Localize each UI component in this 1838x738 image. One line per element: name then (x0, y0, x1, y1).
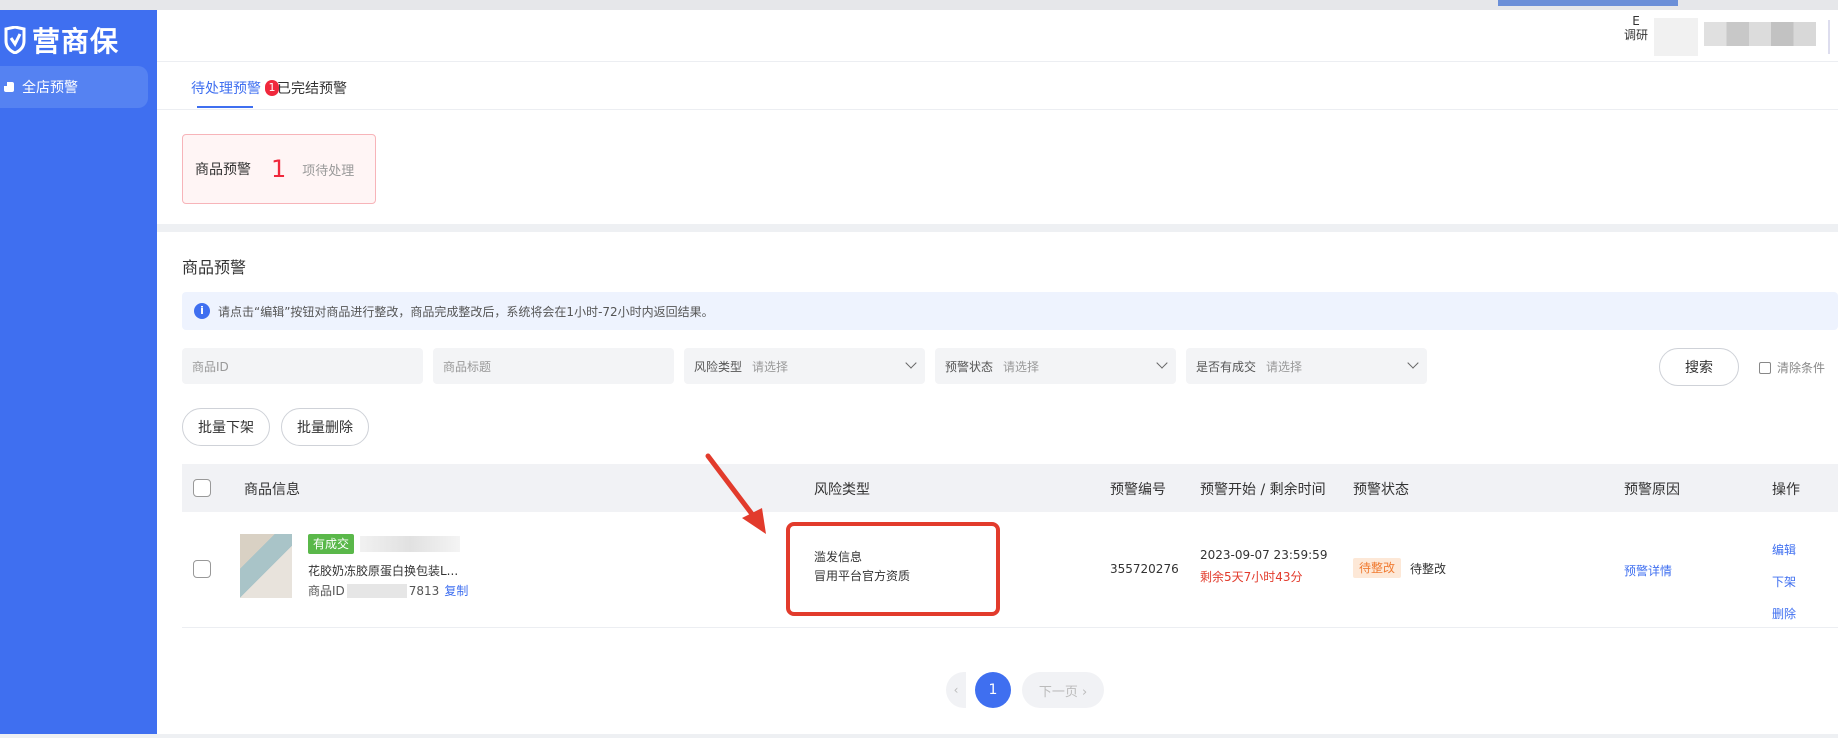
delist-link[interactable]: 下架 (1772, 566, 1796, 598)
table-header: 商品信息 风险类型 预警编号 预警开始 / 剩余时间 预警状态 预警原因 操作 (182, 464, 1838, 512)
summary-count: 1 (271, 155, 287, 183)
col-risk-type: 风险类型 (814, 482, 870, 498)
warn-time-cell: 2023-09-07 23:59:59 剩余5天7小时43分 (1200, 544, 1327, 588)
product-id-placeholder: 商品ID (192, 359, 229, 374)
batch-delete-label: 批量删除 (297, 420, 353, 436)
summary-card-product-warning[interactable]: 商品预警 1 项待处理 (182, 134, 376, 204)
search-button-label: 搜索 (1685, 360, 1713, 376)
prev-page-button[interactable]: ‹ (946, 672, 966, 708)
product-title[interactable]: 花胶奶冻胶原蛋白换包装L... (308, 562, 458, 579)
row-checkbox[interactable] (193, 560, 211, 578)
product-warning-section: 商品预警 i 请点击“编辑”按钮对商品进行整改，商品完成整改后，系统将会在1小时… (157, 232, 1838, 734)
warn-start-time: 2023-09-07 23:59:59 (1200, 548, 1328, 562)
copy-id-link[interactable]: 复制 (444, 582, 468, 599)
has-deal-tag: 有成交 (308, 534, 355, 554)
current-page-button[interactable]: 1 (975, 672, 1011, 708)
delete-link[interactable]: 删除 (1772, 598, 1796, 630)
table-row: 有成交 花胶奶冻胶原蛋白换包装L... 商品ID 7813 复制 滥发信息 冒用… (182, 512, 1838, 628)
product-title-placeholder: 商品标题 (443, 359, 492, 374)
sidebar-item-store-warning[interactable]: 全店预警 (0, 66, 148, 108)
warn-status-label: 预警状态 (945, 359, 994, 374)
clear-conditions-label: 清除条件 (1777, 361, 1826, 375)
summary-suffix: 项待处理 (302, 163, 355, 179)
risk-type-line2: 冒用平台官方资质 (814, 569, 911, 583)
col-warn-no: 预警编号 (1110, 482, 1166, 498)
col-product-info: 商品信息 (244, 482, 300, 498)
annotation-arrow-icon (705, 453, 766, 534)
col-actions: 操作 (1772, 482, 1800, 498)
user-shop-label[interactable]: E 调研 (1624, 14, 1648, 42)
col-warn-reason: 预警原因 (1624, 482, 1680, 498)
risk-type-value: 请选择 (752, 359, 789, 374)
status-text: 待整改 (1410, 562, 1447, 576)
user-shop-icon-text: E (1632, 14, 1640, 28)
header-divider (1828, 20, 1830, 54)
user-shop-name: 调研 (1623, 28, 1648, 42)
tab-finished[interactable]: 已完结预警 (277, 78, 347, 98)
info-text: 请点击“编辑”按钮对商品进行整改，商品完成整改后，系统将会在1小时-72小时内返… (218, 304, 714, 319)
sidebar: 营商保 全店预警 (0, 10, 157, 734)
product-title-input[interactable]: 商品标题 (433, 348, 674, 384)
clear-icon (1759, 361, 1771, 374)
search-button[interactable]: 搜索 (1659, 348, 1739, 386)
warn-status-value: 请选择 (1003, 359, 1040, 374)
tabs-bar: 待处理预警 1 已完结预警 (157, 62, 1838, 110)
next-page-button[interactable]: 下一页 › (1022, 672, 1104, 708)
sidebar-item-label: 全店预警 (22, 80, 78, 96)
risk-type-cell: 滥发信息 冒用平台官方资质 (814, 548, 910, 586)
blurred-username[interactable] (1704, 22, 1816, 46)
warn-remaining-time: 剩余5天7小时43分 (1200, 570, 1303, 584)
top-strip (0, 0, 1838, 10)
logo-text: 营商保 (32, 25, 120, 58)
section-title: 商品预警 (182, 258, 247, 277)
blurred-avatar (1654, 18, 1698, 56)
warn-detail-link[interactable]: 预警详情 (1624, 562, 1672, 579)
chevron-down-icon (1156, 357, 1168, 369)
product-id-suffix: 7813 (408, 583, 440, 598)
product-id: 商品ID 7813 复制 (308, 582, 468, 599)
batch-delete-button[interactable]: 批量删除 (281, 408, 369, 446)
chevron-down-icon (905, 357, 917, 369)
edit-link[interactable]: 编辑 (1772, 534, 1796, 566)
store-icon (4, 82, 14, 92)
logo-shield-icon (4, 26, 26, 54)
status-badge: 待整改 (1353, 558, 1402, 578)
risk-type-line1: 滥发信息 (814, 550, 863, 564)
tab-pending-label: 待处理预警 (191, 81, 261, 97)
product-id-label: 商品ID (308, 584, 345, 598)
active-tab-indicator (197, 106, 253, 108)
product-id-input[interactable]: 商品ID (182, 348, 423, 384)
product-thumbnail[interactable] (240, 534, 292, 598)
top-header: E 调研 (157, 10, 1838, 62)
has-deal-select[interactable]: 是否有成交 请选择 (1186, 348, 1427, 384)
summary-section: 商品预警 1 项待处理 (157, 110, 1838, 224)
masked-id (346, 583, 407, 598)
warn-number: 355720276 (1110, 562, 1179, 576)
blurred-shop-text (360, 536, 460, 552)
has-deal-value: 请选择 (1266, 359, 1303, 374)
risk-type-select[interactable]: 风险类型 请选择 (684, 348, 925, 384)
clear-conditions-button[interactable]: 清除条件 (1759, 359, 1825, 376)
col-warn-status: 预警状态 (1353, 482, 1409, 498)
batch-delist-button[interactable]: 批量下架 (182, 408, 270, 446)
col-warn-time: 预警开始 / 剩余时间 (1200, 482, 1326, 498)
top-blue-chip (1498, 0, 1678, 6)
app-logo[interactable]: 营商保 (4, 20, 119, 60)
warn-status-select[interactable]: 预警状态 请选择 (935, 348, 1176, 384)
has-deal-label: 是否有成交 (1196, 359, 1257, 374)
info-bar: i 请点击“编辑”按钮对商品进行整改，商品完成整改后，系统将会在1小时-72小时… (182, 292, 1838, 330)
chevron-down-icon (1407, 357, 1419, 369)
tab-pending[interactable]: 待处理预警 1 (191, 78, 279, 98)
row-actions: 编辑 下架 删除 (1772, 534, 1796, 630)
select-all-checkbox[interactable] (193, 479, 211, 497)
summary-label: 商品预警 (195, 162, 251, 178)
info-icon: i (194, 303, 210, 319)
batch-delist-label: 批量下架 (198, 420, 254, 436)
risk-type-label: 风险类型 (694, 359, 743, 374)
tab-finished-label: 已完结预警 (277, 81, 347, 97)
